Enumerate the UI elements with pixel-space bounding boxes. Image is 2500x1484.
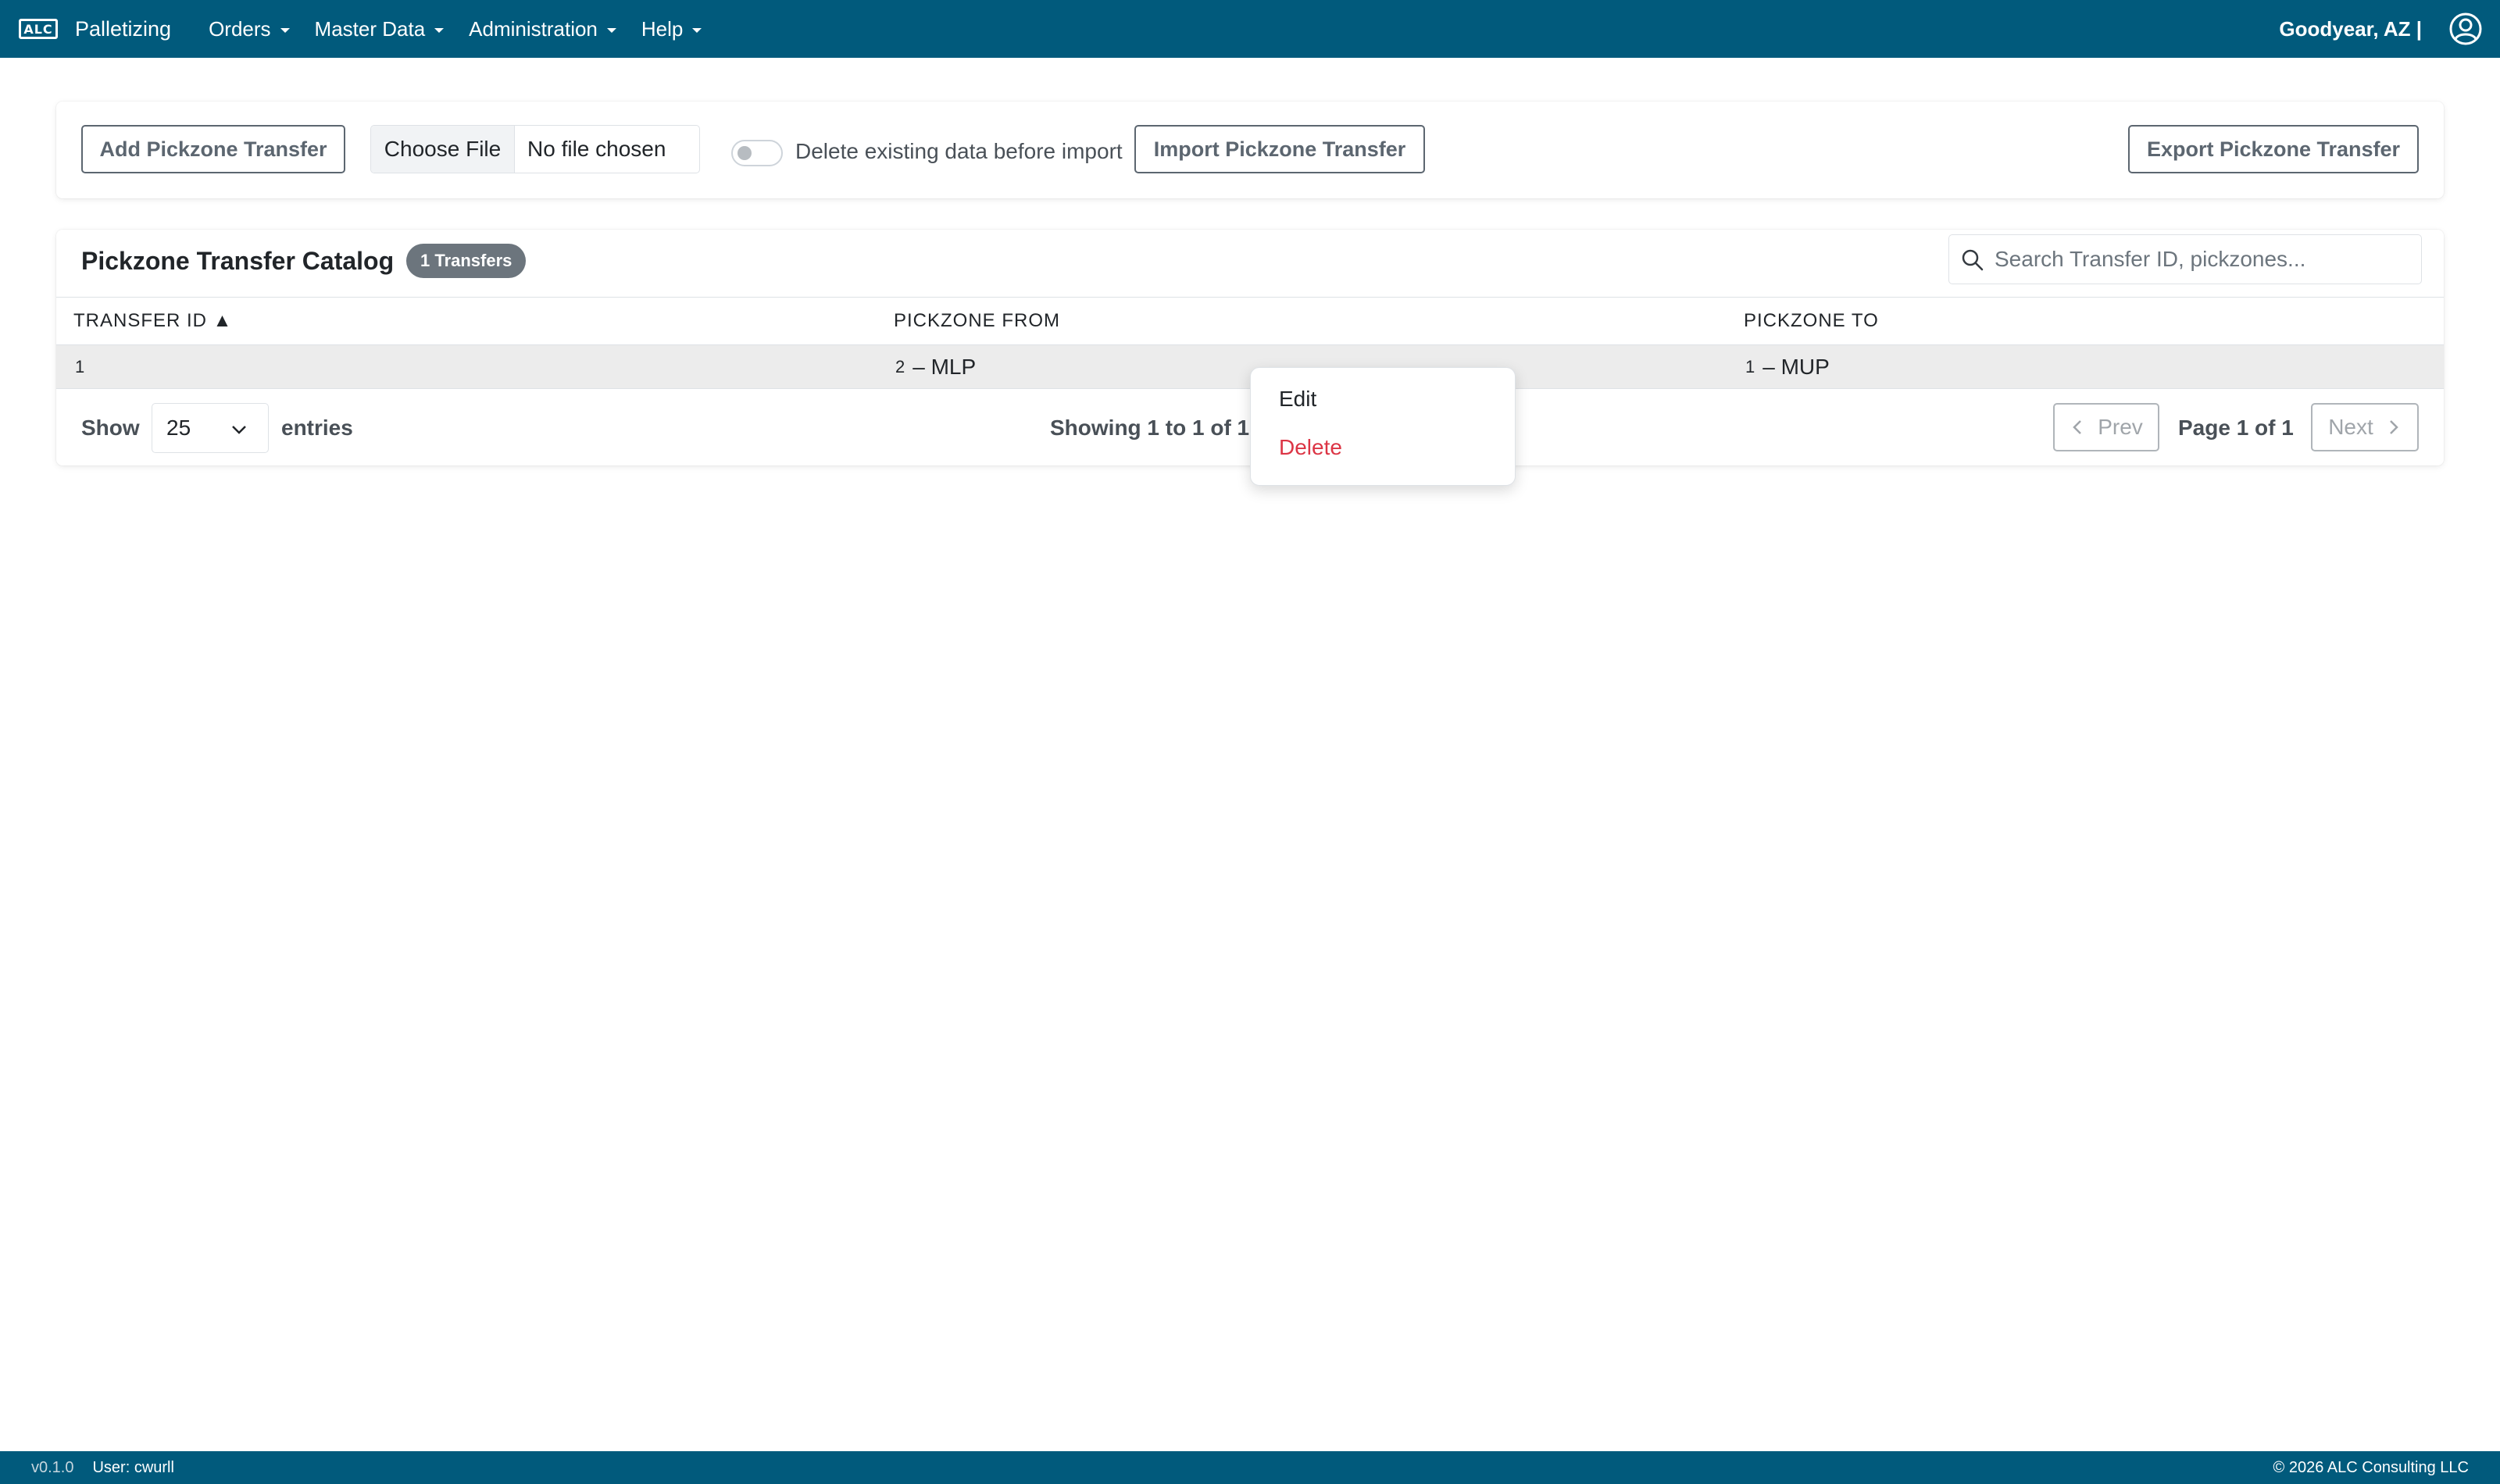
column-pickzone-from[interactable]: PICKZONE FROM <box>894 298 1060 344</box>
nav-master-data-label: Master Data <box>314 16 426 41</box>
export-pickzone-transfer-button[interactable]: Export Pickzone Transfer <box>2128 125 2419 173</box>
cell-transfer-id: 1 <box>75 345 92 389</box>
import-toolbar-card: Add Pickzone Transfer Choose File No fil… <box>56 102 2444 198</box>
context-edit-item[interactable]: Edit <box>1279 387 1316 412</box>
transfer-id-value: 1 <box>75 357 85 376</box>
pickzone-from-number: 2 <box>895 357 905 376</box>
import-pickzone-transfer-button[interactable]: Import Pickzone Transfer <box>1134 125 1425 173</box>
chevron-right-icon <box>2389 420 2398 434</box>
toggle-knob <box>738 146 752 160</box>
prev-label: Prev <box>2098 415 2143 439</box>
chevron-down-icon <box>232 426 246 434</box>
chevron-left-icon <box>2073 420 2082 434</box>
search-icon <box>1962 249 1984 271</box>
nav-orders-label: Orders <box>209 16 271 41</box>
add-pickzone-transfer-button[interactable]: Add Pickzone Transfer <box>81 125 345 173</box>
cell-pickzone-from: 2 – MLP <box>895 345 976 389</box>
catalog-title: Pickzone Transfer Catalog <box>81 247 395 275</box>
page-indicator: Page 1 of 1 <box>2178 416 2294 440</box>
column-transfer-id[interactable]: TRANSFER ID ▲ <box>73 298 232 344</box>
search-input[interactable] <box>1995 235 2416 284</box>
caret-down-icon <box>692 28 702 33</box>
top-navbar: ALC Palletizing Orders Master Data Admin… <box>0 0 2500 58</box>
search-box[interactable] <box>1948 234 2422 284</box>
nav-right: Goodyear, AZ | <box>2279 12 2483 46</box>
nav-master-data[interactable]: Master Data <box>315 17 445 41</box>
nav-administration-label: Administration <box>469 16 598 41</box>
showing-info: Showing 1 to 1 of 1 <box>1050 416 1250 440</box>
app-name[interactable]: Palletizing <box>75 17 171 41</box>
delete-existing-toggle[interactable] <box>731 140 783 166</box>
row-context-menu: Edit Delete <box>1250 367 1516 486</box>
context-delete-item[interactable]: Delete <box>1279 435 1342 460</box>
nav-administration[interactable]: Administration <box>469 17 616 41</box>
next-button[interactable]: Next <box>2311 403 2419 451</box>
version-label: v0.1.0 <box>31 1458 74 1476</box>
page-size-select[interactable]: 25 <box>152 403 269 453</box>
nav-menu: Orders Master Data Administration Help <box>209 17 727 41</box>
current-user-label: User: cwurll <box>92 1458 174 1476</box>
choose-file-button[interactable]: Choose File <box>371 126 515 173</box>
next-label: Next <box>2328 415 2373 439</box>
nav-help-label: Help <box>641 16 684 41</box>
show-label: Show <box>81 416 140 440</box>
nav-help[interactable]: Help <box>641 17 702 41</box>
entries-label: entries <box>281 416 353 440</box>
brand-logo: ALC <box>19 19 58 39</box>
delete-existing-label: Delete existing data before import <box>795 139 1123 163</box>
file-input[interactable]: Choose File No file chosen <box>370 125 700 173</box>
transfers-count-badge: 1 Transfers <box>406 244 527 278</box>
pickzone-to-number: 1 <box>1745 357 1755 376</box>
cell-pickzone-to: 1 – MUP <box>1745 345 1830 389</box>
user-circle-icon[interactable] <box>2448 12 2483 46</box>
caret-down-icon <box>434 28 445 33</box>
column-pickzone-to[interactable]: PICKZONE TO <box>1744 298 1879 344</box>
caret-down-icon <box>280 28 290 33</box>
copyright-label: © 2026 ALC Consulting LLC <box>2273 1458 2469 1476</box>
table-header: TRANSFER ID ▲ PICKZONE FROM PICKZONE TO <box>56 297 2444 345</box>
prev-button[interactable]: Prev <box>2053 403 2159 451</box>
pickzone-to-name: – MUP <box>1762 355 1830 379</box>
app-footer: v0.1.0 User: cwurll © 2026 ALC Consultin… <box>0 1451 2500 1484</box>
file-name-label: No file chosen <box>527 137 666 161</box>
nav-orders[interactable]: Orders <box>209 16 290 41</box>
brand[interactable]: ALC Palletizing <box>19 17 171 41</box>
page-size-value: 25 <box>166 416 191 440</box>
pickzone-from-name: – MLP <box>912 355 977 379</box>
caret-down-icon <box>606 28 616 33</box>
location-label: Goodyear, AZ | <box>2279 16 2422 41</box>
